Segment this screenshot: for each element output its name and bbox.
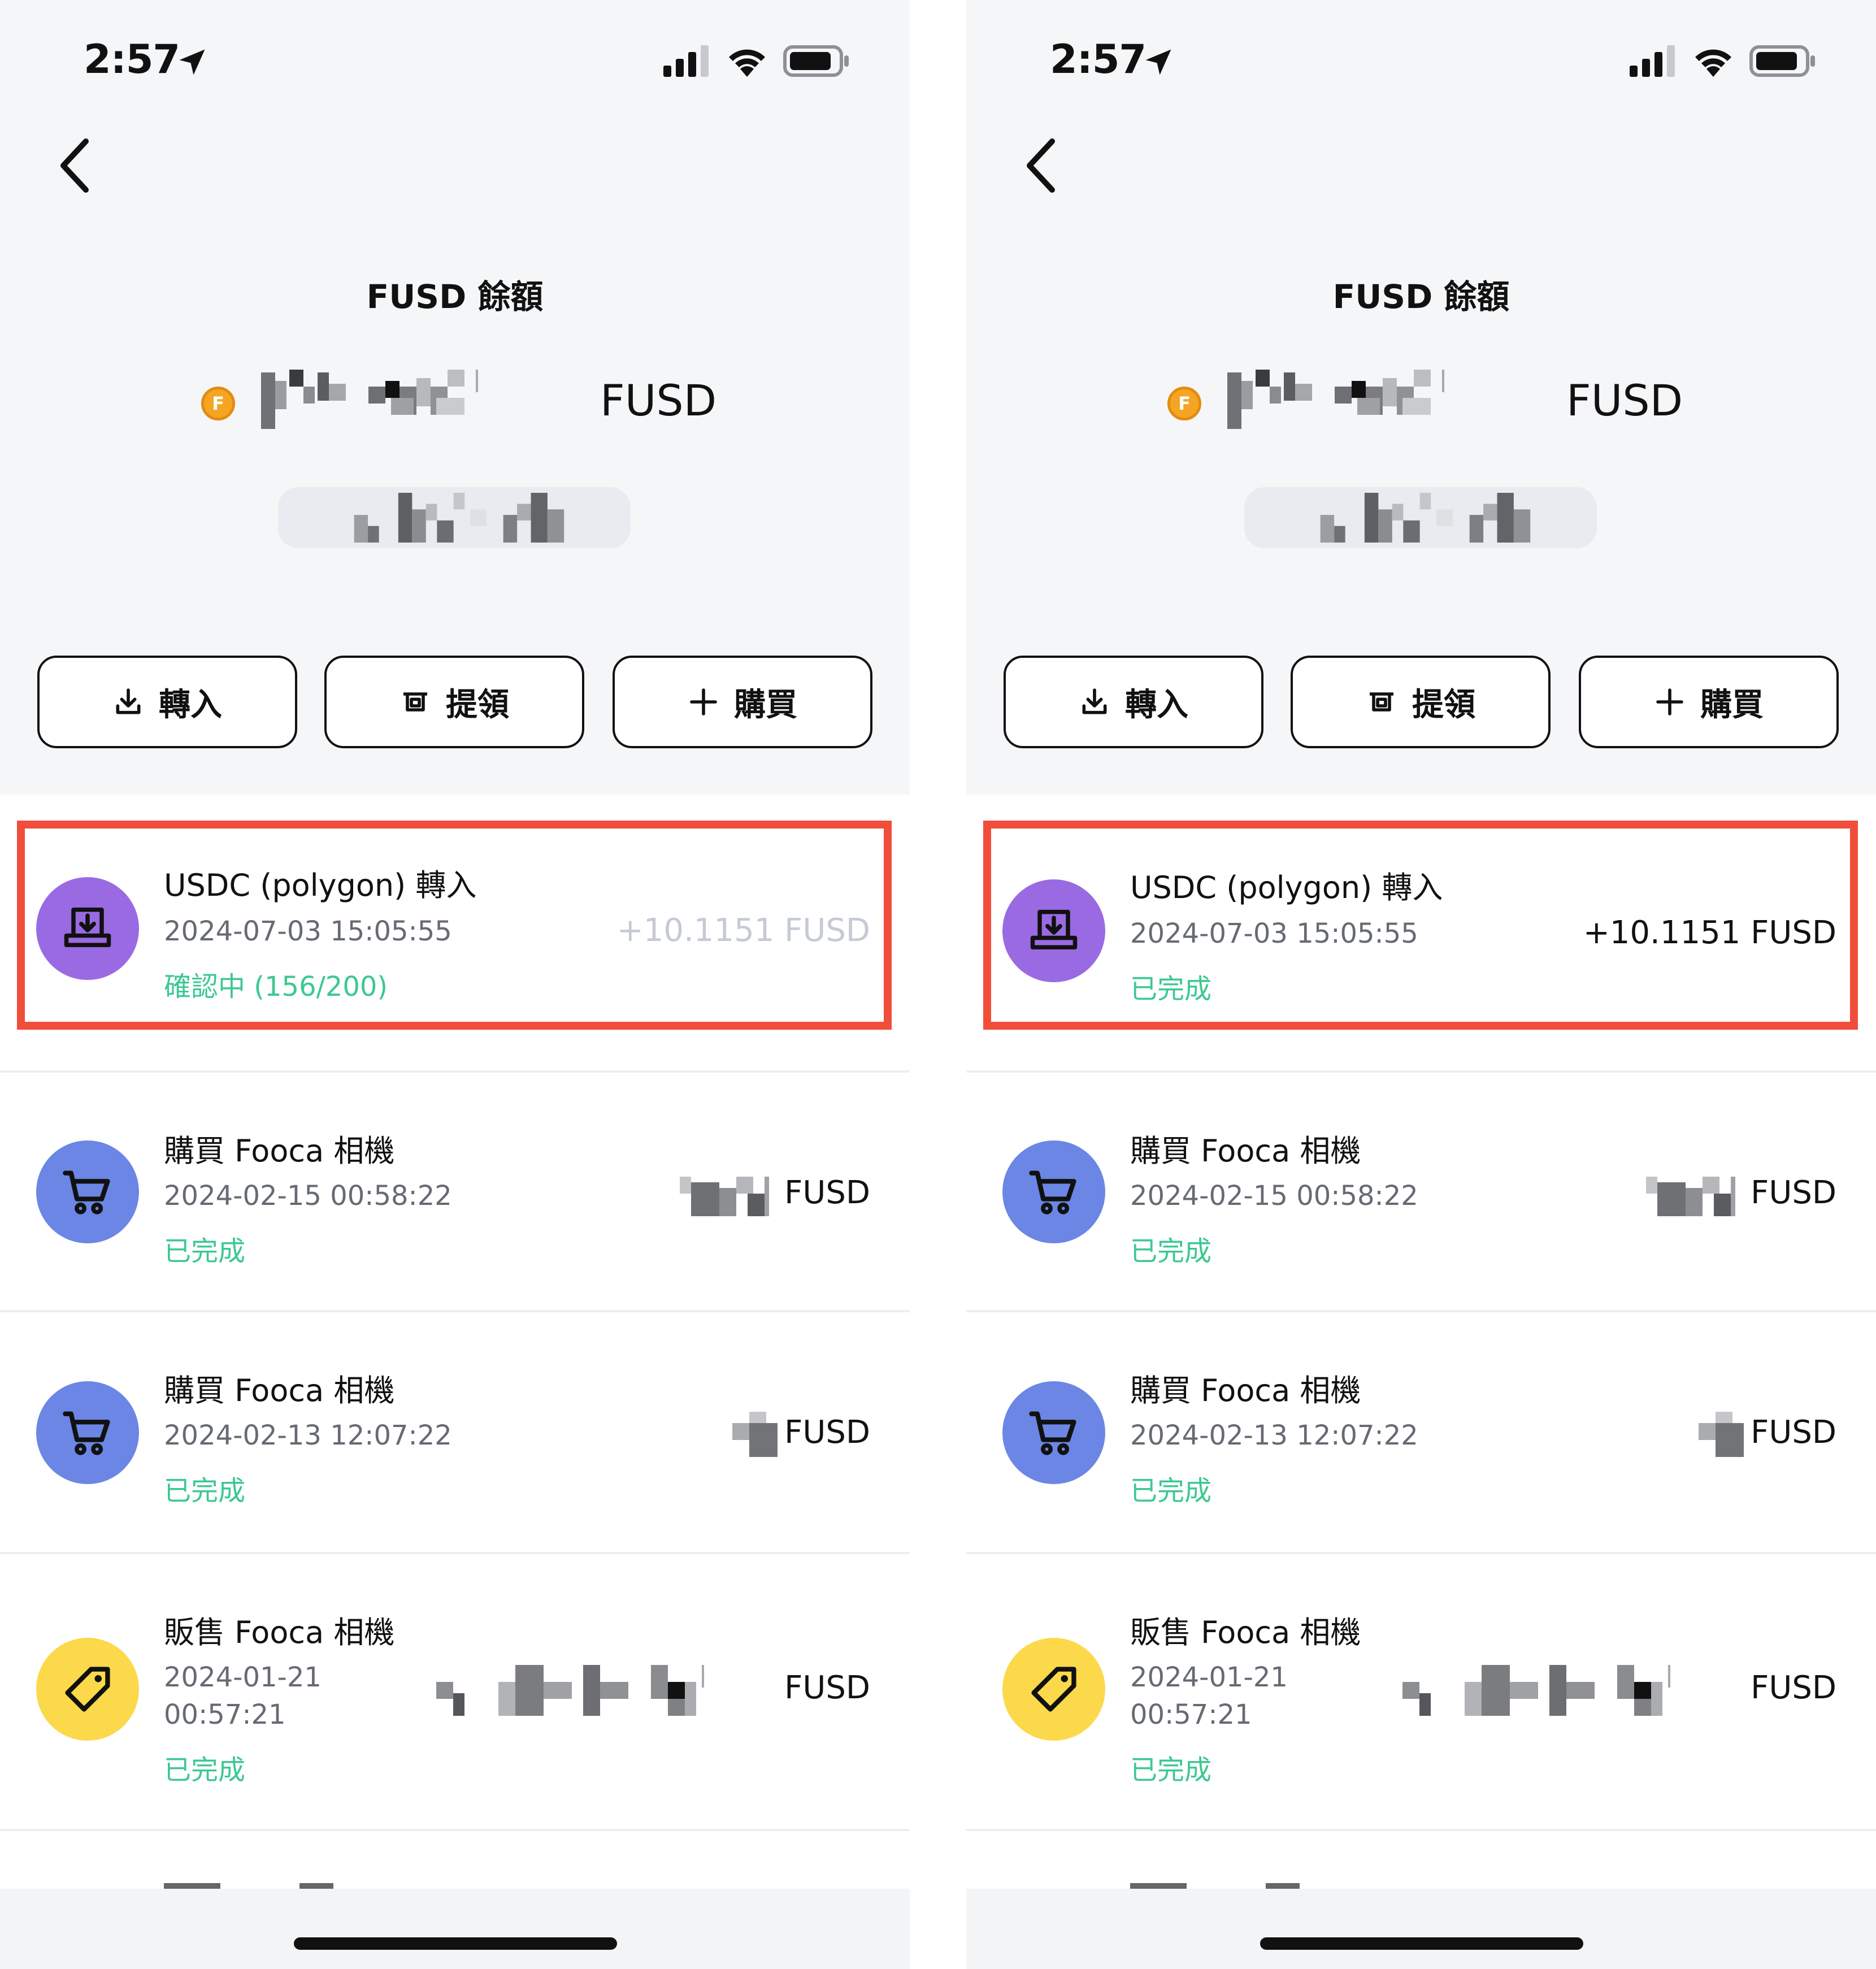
next-row-peek [164,1883,333,1889]
balance-unit: FUSD [1566,375,1683,426]
fiat-value-pill [1244,487,1597,548]
transfer-in-label: 轉入 [1125,686,1188,723]
withdraw-button[interactable]: 提領 [324,656,584,748]
transfer-in-button[interactable]: 轉入 [1004,656,1263,748]
balance-amount-pixelated [261,370,478,429]
battery-icon [1749,45,1815,77]
fusd-coin-icon: F [201,387,235,420]
transaction-amount-pixelated [680,1177,769,1216]
balance-label: FUSD 餘額 [366,277,544,316]
transaction-title: 購買 Fooca 相機 [164,1133,395,1169]
transaction-title: 購買 Fooca 相機 [164,1373,395,1408]
balance-unit: FUSD [600,375,717,426]
download-icon [116,688,141,714]
fusd-coin-icon: F [1167,387,1201,420]
tag-icon [36,1638,139,1741]
fiat-value-pill [278,487,631,548]
bottom-safe-area [966,1889,1876,1969]
transaction-amount-pixelated [732,1412,778,1457]
phone-screen-after: 2:57 FUSD 餘額 F FUSD 轉入 提領 購買 USDC (polyg… [966,0,1876,1969]
bottom-safe-area [0,1889,910,1969]
buy-label: 購買 [734,686,797,723]
status-time: 2:57 [1050,36,1147,83]
balance-label: FUSD 餘額 [1332,277,1510,316]
transaction-title: 購買 Fooca 相機 [1130,1133,1361,1169]
wifi-icon [729,49,765,77]
withdraw-button[interactable]: 提領 [1291,656,1551,748]
transaction-amount: FUSD [1751,1174,1836,1211]
withdraw-tray-icon [403,692,427,712]
transaction-row[interactable]: 販售 Fooca 相機 2024-01-21 00:57:21 已完成 FUSD [966,1554,1876,1829]
transaction-title: 販售 Fooca 相機 [164,1615,395,1650]
transaction-date: 2024-02-15 00:58:22 [164,1180,452,1212]
transaction-status: 已完成 [164,1475,246,1507]
transaction-amount-pixelated [1699,1412,1744,1457]
transaction-amount: FUSD [1751,1414,1836,1451]
withdraw-label: 提領 [446,686,509,723]
transfer-in-label: 轉入 [159,686,222,723]
cellular-signal-icon [663,45,709,77]
home-indicator[interactable] [294,1937,617,1950]
home-indicator[interactable] [1260,1937,1583,1950]
transaction-date: 2024-01-21 [1130,1662,1288,1693]
transaction-row[interactable]: 購買 Fooca 相機 2024-02-15 00:58:22 已完成 FUSD [966,1073,1876,1310]
transaction-status: 已完成 [1130,1754,1212,1786]
transaction-date: 2024-02-13 12:07:22 [164,1420,452,1451]
location-arrow-icon [1145,49,1171,75]
battery-icon [783,45,849,77]
transaction-time: 00:57:21 [1130,1699,1252,1731]
highlight-box [17,821,892,1030]
phone-screen-before: 2:57 FUSD 餘額 F FUSD 轉入 提領 購買 USDC (polyg… [0,0,910,1969]
transaction-row[interactable]: 購買 Fooca 相機 2024-02-13 12:07:22 已完成 FUSD [966,1312,1876,1552]
transaction-row[interactable]: 販售 Fooca 相機 2024-01-21 00:57:21 已完成 FUSD [0,1554,910,1829]
transaction-title: 販售 Fooca 相機 [1130,1615,1361,1650]
withdraw-tray-icon [1370,692,1393,712]
transaction-date: 2024-02-15 00:58:22 [1130,1180,1418,1212]
highlight-box [983,821,1858,1030]
transaction-amount: FUSD [784,1669,870,1706]
withdraw-label: 提領 [1412,686,1475,723]
transaction-status: 已完成 [1130,1235,1212,1267]
divider [966,1829,1876,1831]
plus-icon [1656,688,1683,715]
cart-icon [1002,1140,1105,1243]
buy-label: 購買 [1700,686,1764,723]
transaction-title: 購買 Fooca 相機 [1130,1373,1361,1408]
fiat-value-pixelated [354,493,564,543]
transfer-in-button[interactable]: 轉入 [37,656,297,748]
buy-button[interactable]: 購買 [1579,656,1839,748]
transaction-status: 已完成 [164,1754,246,1786]
transaction-date: 2024-01-21 [164,1662,322,1693]
transaction-date: 2024-02-13 12:07:22 [1130,1420,1418,1451]
status-time: 2:57 [84,36,180,83]
transaction-amount-pixelated [436,1665,704,1716]
wifi-icon [1695,49,1731,77]
cart-icon [36,1381,139,1484]
tag-icon [1002,1638,1105,1741]
cellular-signal-icon [1630,45,1675,77]
transaction-row[interactable]: 購買 Fooca 相機 2024-02-15 00:58:22 已完成 FUSD [0,1073,910,1310]
transaction-amount: FUSD [1751,1669,1836,1706]
transaction-status: 已完成 [164,1235,246,1267]
transaction-amount-pixelated [1646,1177,1735,1216]
next-row-peek [1130,1883,1300,1889]
transaction-status: 已完成 [1130,1475,1212,1507]
back-button[interactable] [1018,135,1063,197]
transaction-amount: FUSD [784,1414,870,1451]
buy-button[interactable]: 購買 [613,656,872,748]
transaction-row[interactable]: 購買 Fooca 相機 2024-02-13 12:07:22 已完成 FUSD [0,1312,910,1552]
location-arrow-icon [179,49,205,75]
cart-icon [36,1140,139,1243]
balance-amount-pixelated [1227,370,1444,429]
fiat-value-pixelated [1320,493,1531,543]
divider [0,1829,910,1831]
download-icon [1082,688,1107,714]
transaction-amount: FUSD [784,1174,870,1211]
transaction-amount-pixelated [1402,1665,1670,1716]
cart-icon [1002,1381,1105,1484]
transaction-time: 00:57:21 [164,1699,286,1731]
plus-icon [690,688,717,715]
back-button[interactable] [52,135,97,197]
